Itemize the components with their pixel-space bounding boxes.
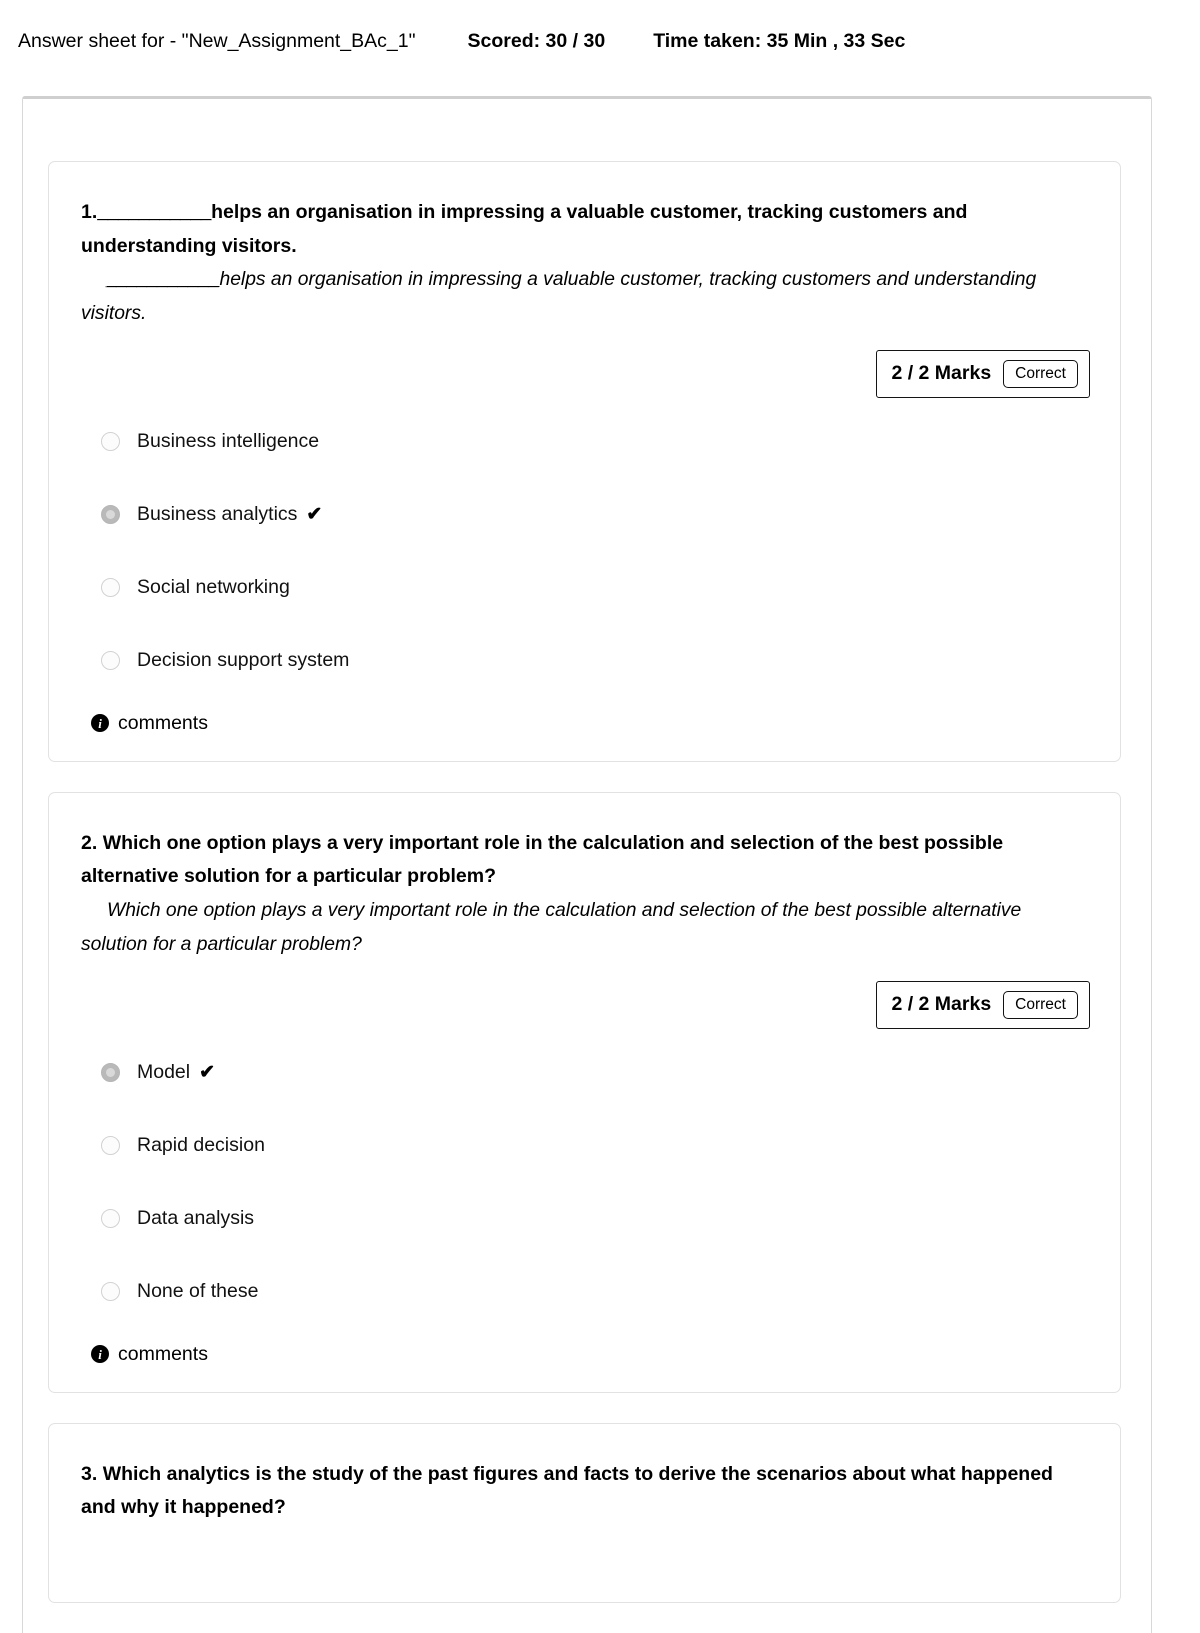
question-card-2: 2. Which one option plays a very importa… [48,791,1121,1393]
radio-icon[interactable] [101,1209,120,1229]
question-subtitle-text-2: Which one option plays a very important … [81,899,1022,956]
question-blank-1: ___________ [97,201,212,223]
info-icon: i [91,714,109,733]
status-badge-1: Correct [1003,359,1078,388]
option-row[interactable]: Model ✔ [77,1055,1092,1091]
marks-badge-1: 2 / 2 Marks Correct [876,349,1090,398]
comments-toggle-1[interactable]: i comments [77,712,1092,735]
question-text-1: helps an organisation in impressing a va… [81,201,968,257]
info-icon: i [91,1345,109,1364]
options-list-1: Business intelligence Business analytics… [77,424,1092,679]
option-label: Data analysis [137,1207,255,1230]
option-label: Model [137,1061,191,1084]
option-row[interactable]: Business intelligence [77,424,1092,460]
options-list-2: Model ✔ Rapid decision Data analysis Non… [77,1055,1092,1310]
radio-icon-selected[interactable] [101,1063,120,1083]
marks-row-2: 2 / 2 Marks Correct [77,980,1090,1029]
marks-value-2: 2 / 2 Marks [891,993,992,1016]
option-row[interactable]: None of these [77,1274,1092,1310]
radio-icon[interactable] [101,1282,120,1302]
comments-label: comments [118,711,208,734]
question-card-1: 1.___________helps an organisation in im… [48,161,1121,762]
option-label: None of these [137,1280,259,1303]
status-badge-2: Correct [1003,990,1078,1019]
question-subtitle-2: Which one option plays a very important … [81,894,1092,963]
time-taken-summary: Time taken: 35 Min , 33 Sec [653,30,906,52]
radio-icon[interactable] [101,578,120,598]
check-icon: ✔ [199,1062,216,1084]
option-label: Business intelligence [137,430,320,453]
option-row[interactable]: Business analytics ✔ [77,497,1092,533]
option-label: Rapid decision [137,1134,265,1157]
option-row[interactable]: Rapid decision [77,1128,1092,1164]
option-label: Social networking [137,576,290,599]
question-subtitle-1: ___________helps an organisation in impr… [81,263,1092,332]
radio-icon[interactable] [101,651,120,671]
option-row[interactable]: Social networking [77,570,1092,606]
question-subtitle-blank-1: ___________ [107,269,220,291]
question-title-2: 2. Which one option plays a very importa… [81,827,1092,894]
answer-sheet-container: 1.___________helps an organisation in im… [22,96,1152,1633]
option-row[interactable]: Data analysis [77,1201,1092,1237]
question-number-1: 1. [81,201,98,223]
comments-toggle-2[interactable]: i comments [77,1343,1092,1366]
option-label: Decision support system [137,649,350,672]
radio-icon-selected[interactable] [101,505,120,525]
answer-sheet-title: Answer sheet for - "New_Assignment_BAc_1… [18,30,416,52]
marks-value-1: 2 / 2 Marks [891,362,992,385]
question-title-3: 3. Which analytics is the study of the p… [81,1458,1092,1525]
marks-badge-2: 2 / 2 Marks Correct [876,980,1090,1029]
radio-icon[interactable] [101,432,120,452]
radio-icon[interactable] [101,1136,120,1156]
question-subtitle-text-1: helps an organisation in impressing a va… [81,269,1037,325]
question-title-1: 1.___________helps an organisation in im… [81,196,1092,263]
check-icon: ✔ [306,504,323,526]
comments-label: comments [118,1342,208,1365]
question-text-3: Which analytics is the study of the past… [81,1462,1053,1519]
option-label: Business analytics [137,503,298,526]
option-row[interactable]: Decision support system [77,643,1092,679]
question-card-3: 3. Which analytics is the study of the p… [48,1422,1121,1603]
question-number-2: 2. [81,831,98,854]
score-summary: Scored: 30 / 30 [467,30,606,52]
question-text-2: Which one option plays a very important … [81,831,1004,888]
marks-row-1: 2 / 2 Marks Correct [77,349,1090,398]
question-number-3: 3. [81,1462,98,1485]
page-header: Answer sheet for - "New_Assignment_BAc_1… [0,0,1200,52]
